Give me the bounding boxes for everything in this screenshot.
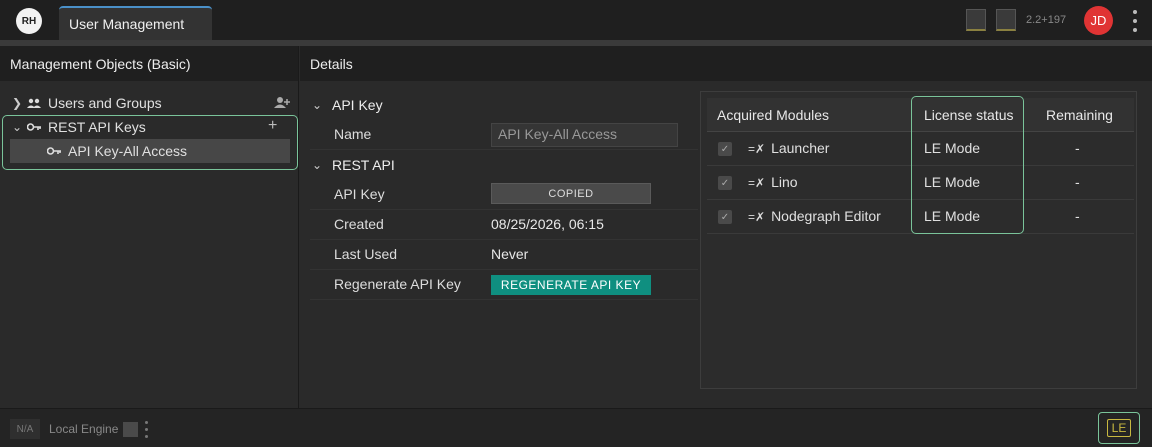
user-avatar[interactable]: JD <box>1084 6 1113 35</box>
tree-item-label: REST API Keys <box>48 119 146 135</box>
property-row-api-key: API Key COPIED <box>310 180 698 210</box>
created-value: 08/25/2026, 06:15 <box>491 216 604 232</box>
le-mode-indicator[interactable]: LE <box>1098 412 1140 444</box>
engine-label: Local Engine <box>49 422 119 436</box>
checkbox[interactable]: ✓ <box>718 176 732 190</box>
group-icon <box>26 98 42 108</box>
tree-item-label: Users and Groups <box>48 95 162 111</box>
section-rest-api[interactable]: ⌄ REST API <box>310 150 698 180</box>
remaining-value: - <box>1075 208 1080 224</box>
module-name: Lino <box>771 174 798 190</box>
module-icon: =✗ <box>748 142 766 156</box>
tree-item-users-and-groups[interactable]: ❯ Users and Groups <box>10 92 162 114</box>
le-badge: LE <box>1107 419 1131 437</box>
remaining-value: - <box>1075 140 1080 156</box>
engine-options-icon[interactable] <box>143 421 149 438</box>
checkbox[interactable]: ✓ <box>718 210 732 224</box>
panel-title: Management Objects (Basic) <box>0 46 298 81</box>
app-logo[interactable]: RH <box>16 8 42 34</box>
property-row-last-used: Last Used Never <box>310 240 698 270</box>
add-key-icon[interactable]: + <box>268 117 277 135</box>
column-header-remaining[interactable]: Remaining <box>1046 107 1113 123</box>
key-icon <box>46 147 62 155</box>
property-label: Name <box>334 126 372 142</box>
property-row-created: Created 08/25/2026, 06:15 <box>310 210 698 240</box>
chevron-down-icon[interactable]: ⌄ <box>10 120 24 134</box>
module-name: Launcher <box>771 140 830 156</box>
layout-toggle-icon[interactable] <box>996 9 1016 31</box>
column-header-module[interactable]: Acquired Modules <box>717 107 829 123</box>
acquired-modules-table: Acquired Modules License status Remainin… <box>700 91 1137 389</box>
license-status-highlight <box>911 96 1024 234</box>
module-icon: =✗ <box>748 210 766 224</box>
module-icon: =✗ <box>748 176 766 190</box>
tab-user-management[interactable]: User Management <box>59 6 212 40</box>
status-bar: N/A Local Engine LE <box>0 408 1152 447</box>
chevron-right-icon[interactable]: ❯ <box>10 96 24 110</box>
remaining-value: - <box>1075 174 1080 190</box>
add-user-icon[interactable] <box>274 95 290 111</box>
section-api-key[interactable]: ⌄ API Key <box>310 90 698 120</box>
property-label: Regenerate API Key <box>334 276 461 292</box>
management-objects-panel: Management Objects (Basic) ❯ Users and G… <box>0 46 299 408</box>
key-icon <box>26 123 42 131</box>
property-label: Created <box>334 216 384 232</box>
property-row-name: Name API Key-All Access <box>310 120 698 150</box>
property-label: API Key <box>334 186 385 202</box>
name-field[interactable]: API Key-All Access <box>491 123 678 147</box>
na-badge: N/A <box>10 419 40 439</box>
more-options-icon[interactable] <box>1128 10 1142 32</box>
property-label: Last Used <box>334 246 398 262</box>
tree-item-rest-api-keys[interactable]: ⌄ REST API Keys <box>10 116 146 138</box>
version-label: 2.2+197 <box>1026 14 1067 26</box>
regenerate-api-key-button[interactable]: REGENERATE API KEY <box>491 275 651 295</box>
details-panel: ⌄ API Key Name API Key-All Access ⌄ REST… <box>300 81 1152 408</box>
details-title: Details <box>300 46 1152 81</box>
chevron-down-icon[interactable]: ⌄ <box>310 98 324 112</box>
tree-item-label: API Key-All Access <box>68 143 188 159</box>
top-bar: RH User Management 2.2+197 JD <box>0 0 1152 40</box>
engine-toggle[interactable] <box>123 422 138 437</box>
module-name: Nodegraph Editor <box>771 208 881 224</box>
chevron-down-icon[interactable]: ⌄ <box>310 158 324 172</box>
property-row-regenerate: Regenerate API Key REGENERATE API KEY <box>310 270 698 300</box>
section-title: API Key <box>332 97 383 113</box>
tree-item-api-key-all-access[interactable]: API Key-All Access <box>46 140 187 162</box>
panel-toggle-icon[interactable] <box>966 9 986 31</box>
copy-api-key-button[interactable]: COPIED <box>491 183 651 204</box>
last-used-value: Never <box>491 246 529 262</box>
checkbox[interactable]: ✓ <box>718 142 732 156</box>
section-title: REST API <box>332 157 395 173</box>
